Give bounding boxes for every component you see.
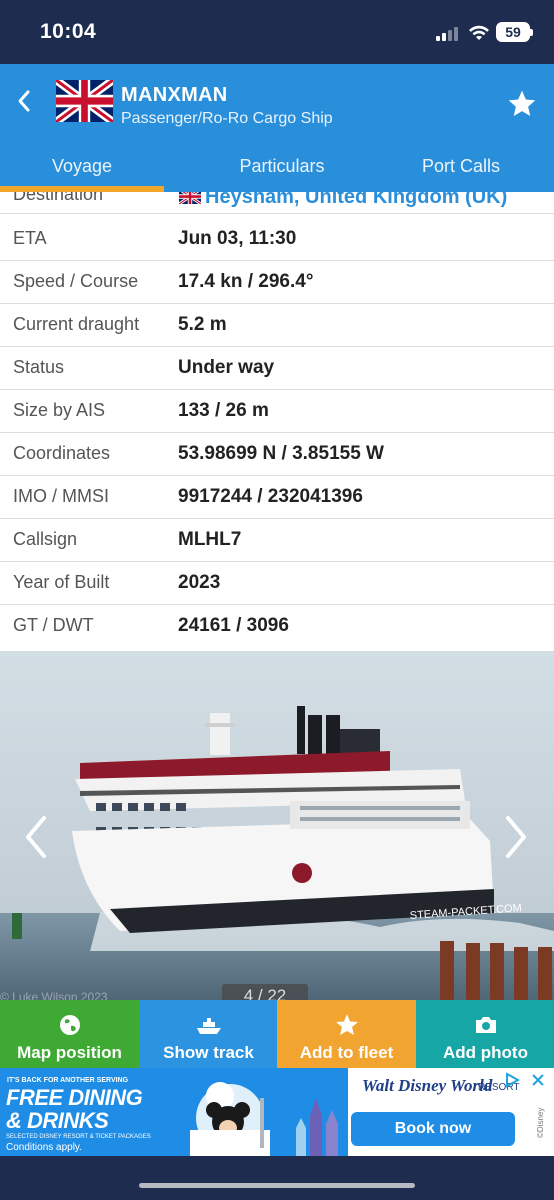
show-track-label: Show track bbox=[163, 1043, 254, 1062]
ship-name: MANXMAN bbox=[121, 84, 228, 106]
close-ad-icon[interactable] bbox=[530, 1072, 546, 1088]
battery-icon: 59 bbox=[496, 22, 533, 42]
detail-value: Jun 03, 11:30 bbox=[178, 228, 297, 249]
camera-icon bbox=[476, 1017, 496, 1033]
wifi-icon bbox=[469, 25, 489, 40]
detail-label: Coordinates bbox=[13, 443, 111, 463]
detail-value: 24161 / 3096 bbox=[178, 615, 289, 636]
advertisement-banner[interactable]: IT'S BACK FOR ANOTHER SERVING FREE DININ… bbox=[0, 1068, 554, 1156]
detail-row-coordinates: Coordinates 53.98699 N / 3.85155 W bbox=[0, 433, 554, 476]
detail-row-callsign: Callsign MLHL7 bbox=[0, 519, 554, 562]
chevron-right-icon[interactable] bbox=[500, 808, 534, 866]
chevron-left-icon[interactable] bbox=[12, 86, 38, 116]
destination-link[interactable]: Heysham, United Kingdom (UK) bbox=[205, 192, 507, 209]
uk-flag-icon bbox=[56, 80, 113, 122]
detail-label: Current draught bbox=[13, 314, 140, 334]
tab-particulars[interactable]: Particulars bbox=[194, 140, 370, 192]
detail-value: 53.98699 N / 3.85155 W bbox=[178, 443, 384, 464]
ad-copyright: ©Disney bbox=[536, 1107, 545, 1138]
add-to-fleet-button[interactable]: Add to fleet bbox=[277, 1000, 416, 1068]
uk-flag-icon bbox=[179, 192, 201, 204]
globe-icon bbox=[60, 1015, 80, 1035]
detail-label: Status bbox=[13, 357, 65, 377]
tab-port-calls[interactable]: Port Calls bbox=[374, 140, 548, 192]
action-bar: Map position Show track Add to fleet Add… bbox=[0, 1000, 554, 1068]
detail-value: 2023 bbox=[178, 572, 221, 593]
tab-voyage[interactable]: Voyage bbox=[0, 140, 164, 192]
bottom-bar bbox=[0, 1156, 554, 1200]
ad-cta-panel: Walt Disney World RESORT Book now ©Disne… bbox=[348, 1068, 554, 1156]
show-track-button[interactable]: Show track bbox=[139, 1000, 278, 1068]
detail-label: IMO / MMSI bbox=[13, 486, 109, 506]
detail-label: Size by AIS bbox=[13, 400, 106, 420]
voyage-details-list: Destination Heysham, United Kingdom (UK)… bbox=[0, 192, 554, 651]
home-indicator[interactable] bbox=[139, 1183, 415, 1188]
ship-icon bbox=[197, 1018, 221, 1034]
adchoices-icon[interactable] bbox=[504, 1072, 520, 1088]
map-position-button[interactable]: Map position bbox=[0, 1000, 139, 1068]
add-photo-button[interactable]: Add photo bbox=[416, 1000, 554, 1068]
detail-row-imo-mmsi: IMO / MMSI 9917244 / 232041396 bbox=[0, 476, 554, 519]
star-icon bbox=[336, 1014, 358, 1035]
ad-headline-2: & DRINKS bbox=[6, 1108, 109, 1133]
ad-fineprint: SELECTED DISNEY RESORT & TICKET PACKAGES bbox=[6, 1134, 151, 1140]
chevron-left-icon[interactable] bbox=[18, 808, 52, 866]
tab-bar: Voyage Particulars Port Calls bbox=[0, 140, 554, 192]
detail-label: Callsign bbox=[13, 529, 78, 549]
ad-conditions: Conditions apply. bbox=[6, 1142, 82, 1153]
cell-signal-icon bbox=[436, 25, 460, 41]
detail-label: Year of Built bbox=[13, 572, 110, 592]
status-bar: 10:04 59 bbox=[0, 0, 554, 64]
app-header: MANXMAN Passenger/Ro-Ro Cargo Ship bbox=[0, 64, 554, 140]
detail-label: Speed / Course bbox=[13, 271, 139, 291]
detail-row-destination: Destination Heysham, United Kingdom (UK) bbox=[0, 192, 554, 214]
detail-row-status: Status Under way bbox=[0, 347, 554, 390]
detail-value: 9917244 / 232041396 bbox=[178, 486, 363, 507]
detail-value: Under way bbox=[178, 357, 275, 378]
book-now-button[interactable]: Book now bbox=[351, 1112, 515, 1146]
ad-brand-logo: Walt Disney World bbox=[362, 1076, 493, 1095]
favorite-star-icon[interactable] bbox=[506, 88, 538, 120]
mickey-chef-illustration bbox=[190, 1082, 338, 1156]
ship-type: Passenger/Ro-Ro Cargo Ship bbox=[121, 110, 333, 127]
map-position-label: Map position bbox=[17, 1043, 122, 1062]
detail-label: Destination bbox=[13, 192, 104, 204]
ad-promo-panel: IT'S BACK FOR ANOTHER SERVING FREE DININ… bbox=[0, 1068, 348, 1156]
detail-row-speed-course: Speed / Course 17.4 kn / 296.4° bbox=[0, 261, 554, 304]
detail-value: 133 / 26 m bbox=[178, 400, 269, 421]
add-photo-label: Add photo bbox=[443, 1043, 528, 1062]
detail-row-gt-dwt: GT / DWT 24161 / 3096 bbox=[0, 605, 554, 648]
add-to-fleet-label: Add to fleet bbox=[299, 1043, 394, 1062]
detail-row-eta: ETA Jun 03, 11:30 bbox=[0, 218, 554, 261]
vessel-details-screen: 10:04 59 MANXMAN Passenger/Ro-Ro Cargo S… bbox=[0, 0, 554, 1200]
detail-value: 5.2 m bbox=[178, 314, 227, 335]
detail-row-draught: Current draught 5.2 m bbox=[0, 304, 554, 347]
ad-kicker: IT'S BACK FOR ANOTHER SERVING bbox=[7, 1077, 129, 1084]
detail-row-size: Size by AIS 133 / 26 m bbox=[0, 390, 554, 433]
detail-row-year-built: Year of Built 2023 bbox=[0, 562, 554, 605]
status-time: 10:04 bbox=[40, 20, 97, 43]
ferry-illustration: STEAM-PACKET.COM bbox=[0, 651, 554, 1000]
detail-value: 17.4 kn / 296.4° bbox=[178, 271, 314, 292]
detail-value: MLHL7 bbox=[178, 529, 242, 550]
detail-label: ETA bbox=[13, 228, 47, 248]
ship-photo[interactable]: STEAM-PACKET.COM bbox=[0, 651, 554, 1000]
detail-label: GT / DWT bbox=[13, 615, 94, 635]
